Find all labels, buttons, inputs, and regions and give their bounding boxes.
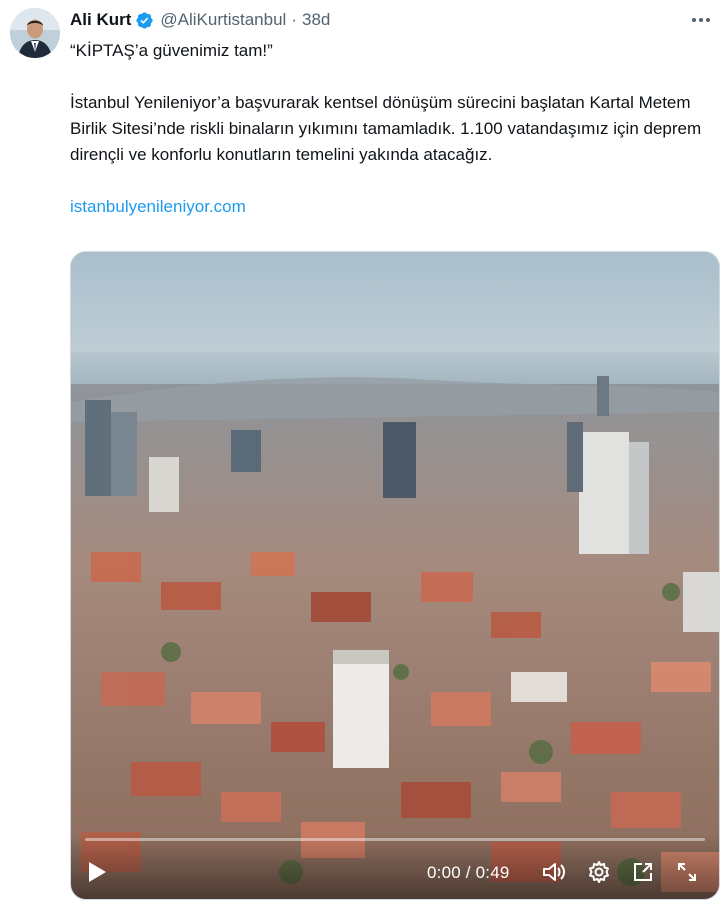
video-progress-bar[interactable] xyxy=(85,838,705,841)
more-dots-icon[interactable] xyxy=(689,10,713,30)
video-frame-aerial-city xyxy=(71,252,719,899)
video-player[interactable]: 0:00 / 0:49 xyxy=(70,251,720,900)
author-name[interactable]: Ali Kurt xyxy=(70,10,131,30)
video-timecode: 0:00 / 0:49 xyxy=(427,863,510,882)
tweet-headline: “KİPTAŞ’a güvenimiz tam!” xyxy=(70,41,273,60)
settings-gear-icon[interactable] xyxy=(587,859,611,885)
picture-in-picture-icon[interactable] xyxy=(631,859,655,885)
verified-badge-icon xyxy=(135,11,154,30)
avatar-image xyxy=(10,8,60,58)
tweet-time[interactable]: 38d xyxy=(302,10,330,30)
author-handle[interactable]: @AliKurtistanbul xyxy=(160,10,286,30)
video-controls-bar xyxy=(71,835,719,899)
separator-dot: · xyxy=(291,10,297,29)
play-icon[interactable] xyxy=(87,859,107,885)
tweet-link[interactable]: istanbulyenileniyor.com xyxy=(70,197,246,216)
tweet-paragraph: İstanbul Yenileniyor’a başvurarak kentse… xyxy=(70,93,702,164)
tweet-header: Ali Kurt @AliKurtistanbul · 38d xyxy=(70,8,713,32)
tweet-text: “KİPTAŞ’a güvenimiz tam!” İstanbul Yenil… xyxy=(70,38,710,220)
fullscreen-icon[interactable] xyxy=(675,859,699,885)
avatar[interactable] xyxy=(10,8,60,58)
volume-icon[interactable] xyxy=(541,859,567,885)
tweet: Ali Kurt @AliKurtistanbul · 38d “KİPTAŞ’… xyxy=(0,0,725,914)
